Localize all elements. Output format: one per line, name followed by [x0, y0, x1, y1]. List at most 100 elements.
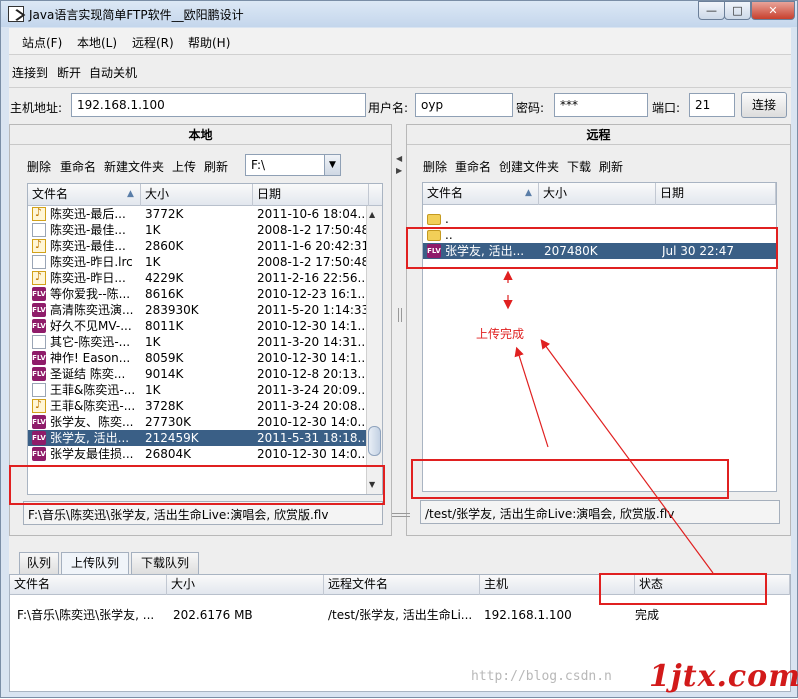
- tab-queue[interactable]: 队列: [19, 552, 59, 574]
- flv-icon: FLV: [32, 415, 46, 429]
- local-row[interactable]: 陈奕迅-最佳... 2860K 2011-1-6 20:42:31: [28, 237, 382, 254]
- remote-file-highlight-box: [406, 227, 778, 269]
- local-cell-date: 2011-3-24 20:09...: [257, 383, 369, 397]
- local-cell-name: 陈奕迅-最后...: [50, 207, 126, 221]
- local-cell-size: 26804K: [145, 447, 192, 461]
- vertical-splitter-grip[interactable]: [398, 308, 402, 322]
- user-label: 用户名:: [368, 101, 409, 115]
- host-input[interactable]: 192.168.1.100: [71, 93, 366, 117]
- remote-col-size[interactable]: 大小: [539, 183, 656, 205]
- tab-download-queue[interactable]: 下载队列: [131, 552, 199, 574]
- maximize-button[interactable]: □: [724, 1, 751, 20]
- title-bar[interactable]: Java语言实现简单FTP软件__欧阳鹏设计 — □ ✕: [1, 1, 797, 27]
- horizontal-splitter-grip[interactable]: [392, 513, 410, 517]
- queue-row[interactable]: F:\音乐\陈奕迅\张学友, ... 202.6176 MB /test/张学友…: [10, 606, 790, 624]
- remote-rename-button[interactable]: 重命名: [455, 158, 491, 175]
- local-cell-size: 1K: [145, 335, 161, 349]
- local-rename-button[interactable]: 重命名: [60, 158, 96, 175]
- local-path-highlight-box: [9, 465, 385, 505]
- flv-icon: FLV: [32, 303, 46, 317]
- local-col-name[interactable]: 文件名 ▲: [28, 184, 141, 206]
- tab-upload-queue[interactable]: 上传队列: [61, 552, 129, 574]
- local-scrollbar[interactable]: ▲ ▼: [366, 206, 382, 494]
- sort-up-icon: ▲: [127, 189, 134, 199]
- local-refresh-button[interactable]: 刷新: [204, 158, 228, 175]
- flv-icon: FLV: [32, 367, 46, 381]
- port-input[interactable]: 21: [689, 93, 735, 117]
- remote-create-folder-button[interactable]: 创建文件夹: [499, 158, 559, 175]
- local-new-folder-button[interactable]: 新建文件夹: [104, 158, 164, 175]
- remote-col-name[interactable]: 文件名 ▲: [423, 183, 539, 205]
- remote-row[interactable]: .: [423, 211, 776, 227]
- minimize-button[interactable]: —: [698, 1, 725, 20]
- local-row[interactable]: FLV 神作! Eason... 8059K 2010-12-30 14:1...: [28, 350, 382, 366]
- local-cell-name: 高清陈奕迅演...: [50, 303, 134, 317]
- local-delete-button[interactable]: 删除: [27, 158, 51, 175]
- remote-refresh-button[interactable]: 刷新: [599, 158, 623, 175]
- local-col-date[interactable]: 日期: [253, 184, 369, 206]
- local-row[interactable]: 陈奕迅-昨日.lrc 1K 2008-1-2 17:50:48: [28, 254, 382, 270]
- queue-col-file[interactable]: 文件名: [10, 575, 167, 595]
- remote-delete-button[interactable]: 删除: [423, 158, 447, 175]
- doc-icon: [32, 335, 46, 349]
- queue-row-host: 192.168.1.100: [484, 608, 572, 622]
- local-row[interactable]: 其它-陈奕迅-... 1K 2011-3-20 14:31...: [28, 334, 382, 350]
- user-input[interactable]: oyp: [415, 93, 513, 117]
- local-panel-title: 本地: [10, 125, 391, 145]
- scroll-up-icon[interactable]: ▲: [369, 210, 375, 219]
- local-cell-size: 212459K: [145, 431, 199, 445]
- menu-local[interactable]: 本地(L): [77, 34, 117, 51]
- menu-remote[interactable]: 远程(R): [132, 34, 174, 51]
- local-col-size[interactable]: 大小: [141, 184, 253, 206]
- site-logo: 1jtx.com: [649, 659, 798, 694]
- upload-button[interactable]: 上传: [172, 158, 196, 175]
- local-row[interactable]: 陈奕迅-最后... 3772K 2011-10-6 18:04...: [28, 205, 382, 222]
- local-row[interactable]: 陈奕迅-昨日... 4229K 2011-2-16 22:56...: [28, 269, 382, 286]
- local-row[interactable]: 王菲&陈奕迅-... 1K 2011-3-24 20:09...: [28, 382, 382, 398]
- local-cell-size: 2860K: [145, 239, 184, 253]
- split-right-arrow-icon[interactable]: ▶: [396, 166, 402, 175]
- auto-shutdown-button[interactable]: 自动关机: [89, 64, 137, 81]
- local-cell-name: 张学友最佳损...: [50, 447, 134, 461]
- remote-path-field[interactable]: /test/张学友, 活出生命Live:演唱会, 欣赏版.flv: [420, 500, 780, 524]
- local-cell-name: 圣诞结 陈奕...: [50, 367, 126, 381]
- connect-button[interactable]: 连接: [741, 92, 787, 118]
- local-row[interactable]: FLV 好久不见MV-... 8011K 2010-12-30 14:1...: [28, 318, 382, 334]
- local-cell-date: 2010-12-23 16:1...: [257, 287, 369, 301]
- doc-icon: [32, 383, 46, 397]
- sort-up-icon: ▲: [525, 188, 532, 198]
- local-row[interactable]: FLV 张学友、陈奕... 27730K 2010-12-30 14:0...: [28, 414, 382, 430]
- flv-icon: FLV: [32, 287, 46, 301]
- queue-tabs: 队列 上传队列 下载队列: [9, 552, 791, 574]
- menu-site[interactable]: 站点(F): [22, 34, 62, 51]
- split-left-arrow-icon[interactable]: ◀: [396, 154, 402, 163]
- local-row[interactable]: FLV 圣诞结 陈奕... 9014K 2010-12-8 20:13...: [28, 366, 382, 382]
- close-button[interactable]: ✕: [751, 1, 795, 20]
- local-row[interactable]: FLV 张学友最佳损... 26804K 2010-12-30 14:0...: [28, 446, 382, 462]
- remote-col-date[interactable]: 日期: [656, 183, 776, 205]
- queue-col-size[interactable]: 大小: [167, 575, 324, 595]
- drive-select[interactable]: F:\ ▼: [245, 154, 341, 176]
- local-cell-date: 2011-2-16 22:56...: [257, 271, 369, 285]
- download-button[interactable]: 下载: [567, 158, 591, 175]
- local-row[interactable]: FLV 等你爱我--陈... 8616K 2010-12-23 16:1...: [28, 286, 382, 302]
- upload-complete-annotation: 上传完成: [476, 327, 525, 341]
- local-row[interactable]: FLV 张学友, 活出... 212459K 2011-5-31 18:18...: [28, 430, 382, 446]
- flv-icon: FLV: [32, 431, 46, 445]
- connect-to-button[interactable]: 连接到: [12, 64, 48, 81]
- chevron-down-icon[interactable]: ▼: [324, 155, 340, 175]
- disconnect-button[interactable]: 断开: [57, 64, 81, 81]
- local-row[interactable]: 王菲&陈奕迅-... 3728K 2011-3-24 20:08...: [28, 397, 382, 414]
- music-icon: [32, 397, 46, 413]
- local-cell-name: 王菲&陈奕迅-...: [50, 399, 136, 413]
- local-cell-name: 张学友、陈奕...: [50, 415, 134, 429]
- password-input[interactable]: ***: [554, 93, 648, 117]
- local-cell-size: 1K: [145, 383, 161, 397]
- local-scroll-thumb[interactable]: [368, 426, 381, 456]
- local-cell-name: 王菲&陈奕迅-...: [50, 383, 136, 397]
- local-row[interactable]: 陈奕迅-最佳... 1K 2008-1-2 17:50:48: [28, 222, 382, 238]
- main-toolbar: 连接到 断开 自动关机: [9, 56, 791, 88]
- menu-help[interactable]: 帮助(H): [188, 34, 230, 51]
- queue-col-remote[interactable]: 远程文件名: [324, 575, 480, 595]
- local-row[interactable]: FLV 高清陈奕迅演... 283930K 2011-5-20 1:14:33: [28, 302, 382, 318]
